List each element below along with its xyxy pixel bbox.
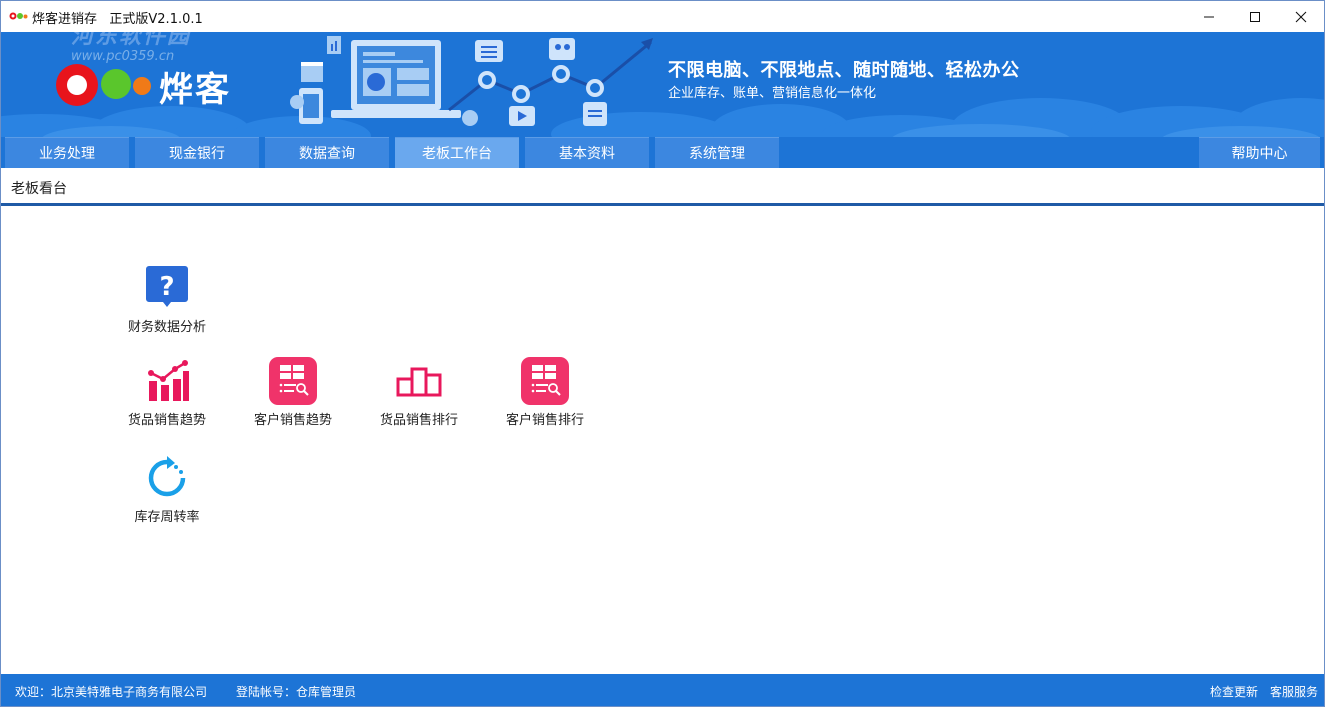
maximize-button[interactable] (1232, 1, 1278, 32)
window-title: 烨客进销存 正式版V2.1.0.1 (32, 12, 203, 27)
office-illustration (290, 36, 653, 126)
customer-table-icon (269, 357, 317, 405)
tab-basic-data[interactable]: 基本资料 (525, 137, 649, 168)
ranking-podium-icon (396, 367, 442, 397)
tile-label: 客户销售排行 (505, 413, 584, 428)
brand-logo-icon (56, 64, 151, 106)
welcome-text: 欢迎：北京美特雅电子商务有限公司 (15, 685, 208, 699)
tile-label: 货品销售趋势 (127, 413, 206, 428)
tab-system-management[interactable]: 系统管理 (655, 137, 779, 168)
check-update-link[interactable]: 检查更新 (1210, 683, 1258, 700)
minimize-icon (1204, 16, 1214, 17)
tile-label: 财务数据分析 (127, 320, 206, 335)
banner-slogan: 不限电脑、不限地点、随时随地、轻松办公 (668, 60, 1020, 81)
account-text: 登陆帐号：仓库管理员 (236, 685, 357, 699)
title-bar: 烨客进销存 正式版V2.1.0.1 (1, 1, 1324, 32)
status-bar: 欢迎：北京美特雅电子商务有限公司 登陆帐号：仓库管理员 检查更新 客服服务 (1, 674, 1324, 706)
watermark-text: 河东软件园 (71, 32, 192, 49)
tile-label: 客户销售趋势 (253, 413, 332, 428)
tile-product-sales-trend[interactable]: 货品销售趋势 (112, 357, 222, 437)
help-center-button[interactable]: 帮助中心 (1199, 137, 1320, 168)
tab-boss-workbench[interactable]: 老板工作台 (395, 137, 519, 168)
customer-service-link[interactable]: 客服服务 (1270, 683, 1318, 700)
maximize-icon (1250, 11, 1260, 22)
tab-cash-bank[interactable]: 现金银行 (135, 137, 259, 168)
tile-customer-sales-ranking[interactable]: 客户销售排行 (490, 357, 600, 437)
svg-text:?: ? (159, 272, 174, 302)
page-title: 老板看台 (11, 181, 67, 197)
header-banner: 河东软件园 www.pc0359.cn 烨客 不限电脑、不限地点、随时随地、轻松… (1, 32, 1324, 137)
tile-customer-sales-trend[interactable]: 客户销售趋势 (238, 357, 348, 437)
customer-table-icon (521, 357, 569, 405)
question-icon: ? (146, 266, 188, 307)
tab-business[interactable]: 业务处理 (5, 137, 129, 168)
tile-finance-analysis[interactable]: ? 财务数据分析 (112, 264, 222, 344)
close-icon (1295, 11, 1307, 22)
close-button[interactable] (1278, 1, 1324, 32)
tile-label: 货品销售排行 (379, 413, 458, 428)
tile-label: 库存周转率 (134, 510, 200, 525)
page-header: 老板看台 (1, 168, 1324, 206)
app-window: 烨客进销存 正式版V2.1.0.1 河东软件园 www.pc0359.cn 烨客… (0, 0, 1325, 707)
bar-trend-icon (148, 360, 189, 401)
main-nav: 业务处理 现金银行 数据查询 老板工作台 基本资料 系统管理 帮助中心 (1, 137, 1324, 168)
banner-subtitle: 企业库存、账单、营销信息化一体化 (668, 86, 877, 101)
tab-data-query[interactable]: 数据查询 (265, 137, 389, 168)
workbench-content: ? 财务数据分析 货品销售趋势 客户销售趋势 货品销售排行 客户销售排行 库存周… (1, 209, 1324, 673)
tile-product-sales-ranking[interactable]: 货品销售排行 (364, 357, 474, 437)
minimize-button[interactable] (1186, 1, 1232, 32)
tile-inventory-turnover[interactable]: 库存周转率 (112, 454, 222, 534)
refresh-icon (148, 456, 186, 497)
brand-name: 烨客 (159, 70, 231, 110)
app-logo-icon (9, 12, 28, 20)
